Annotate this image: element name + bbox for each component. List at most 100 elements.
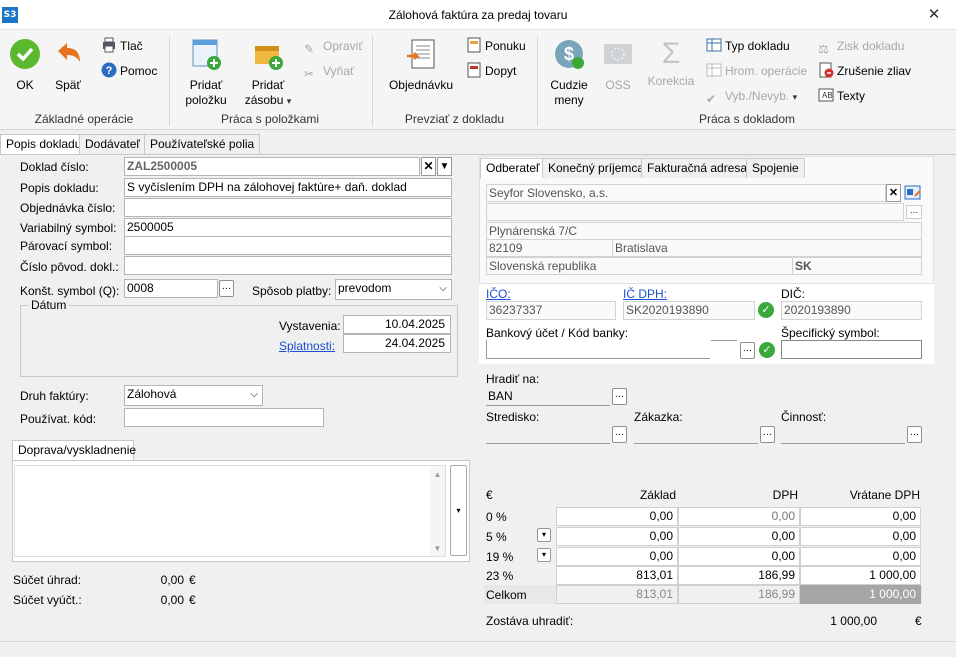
vat-rate-19: 19 % (486, 550, 514, 564)
tab-connection[interactable]: Spojenie (746, 158, 805, 178)
bulk-ops-button[interactable]: Hrom. operácie (706, 61, 807, 81)
clear-icon[interactable]: ✕ (886, 184, 901, 202)
partner-street-field[interactable]: Plynárenská 7/C (486, 222, 922, 240)
pay-to-field[interactable]: BAN (486, 387, 610, 406)
transport-scrollbar[interactable]: ▲ ▼ (430, 466, 445, 556)
scroll-down-icon[interactable]: ▼ (430, 544, 445, 553)
tab-transport[interactable]: Doprava/vyskladnenie (12, 440, 136, 461)
constant-symbol-browse-button[interactable]: … (219, 280, 234, 297)
tab-dodavatel[interactable]: Dodávateľ (79, 134, 146, 154)
profit-button[interactable]: ⚖ Zisk dokladu (818, 36, 904, 56)
bank-code-field[interactable] (711, 321, 737, 341)
print-label: Tlač (120, 39, 143, 53)
doctype-button[interactable]: Typ dokladu (706, 36, 790, 56)
vat-vat-5[interactable]: 0,00 (678, 527, 800, 546)
partner-browse-button[interactable]: … (906, 205, 922, 219)
vat-total-5[interactable]: 0,00 (800, 527, 921, 546)
constant-symbol-field[interactable]: 0008 (124, 279, 218, 298)
tab-final-recipient[interactable]: Konečný príjemca (542, 158, 651, 178)
clear-icon[interactable]: ✕ (421, 157, 436, 176)
add-stock-button[interactable]: Pridať zásobu ▾ (244, 38, 292, 109)
partner-city-field[interactable]: Bratislava (612, 239, 922, 257)
tab-customer[interactable]: Odberateľ (480, 158, 546, 179)
correction-button[interactable]: Σ Korekcia (644, 38, 698, 89)
oss-button[interactable]: OSS (598, 38, 638, 93)
ico-field[interactable]: 36237337 (486, 301, 616, 320)
pay-to-browse-button[interactable]: … (612, 388, 627, 405)
payment-method-select[interactable]: prevodom ⌵ (335, 279, 452, 300)
due-date-field[interactable]: 24.04.2025 (343, 334, 451, 353)
profit-icon: ⚖ (818, 42, 829, 56)
bank-account-field[interactable] (486, 340, 710, 359)
rate-5-menu-button[interactable]: ▾ (537, 528, 551, 542)
tab-billing-address[interactable]: Fakturačná adresa (641, 158, 754, 178)
transport-textarea[interactable] (14, 465, 446, 557)
doc-number-field[interactable]: ZAL2500005 (124, 157, 420, 176)
activity-field[interactable] (781, 425, 905, 444)
partner-zip-field[interactable]: 82109 (486, 239, 613, 257)
issue-date-field[interactable]: 10.04.2025 (343, 315, 451, 334)
vat-base-19[interactable]: 0,00 (556, 547, 678, 566)
vat-total-0[interactable]: 0,00 (800, 507, 921, 526)
partner-country-field[interactable]: Slovenská republika (486, 257, 793, 275)
bank-check-icon[interactable]: ✓ (759, 342, 775, 358)
tab-popis-dokladu[interactable]: Popis dokladu (0, 134, 88, 155)
delivery-button[interactable]: Dopyt (466, 61, 516, 81)
invoice-type-select[interactable]: Zálohová ⌵ (124, 385, 263, 406)
address-book-icon[interactable] (904, 184, 922, 202)
vat-total-19[interactable]: 0,00 (800, 547, 921, 566)
close-icon[interactable]: ✕ (924, 6, 944, 24)
offer-button[interactable]: Ponuku (466, 36, 526, 56)
dic-field[interactable]: 2020193890 (781, 301, 922, 320)
texts-button[interactable]: AB Texty (818, 86, 865, 106)
bank-browse-button[interactable]: … (740, 342, 755, 359)
cancel-discount-button[interactable]: Zrušenie zliav (818, 61, 911, 81)
specific-symbol-field[interactable] (781, 340, 922, 359)
icdph-link[interactable]: IČ DPH: (623, 287, 667, 301)
doc-number-label: Doklad číslo: (20, 160, 89, 174)
vat-vat-23[interactable]: 186,99 (678, 566, 800, 585)
pairing-symbol-field[interactable] (124, 236, 452, 255)
desc-label: Popis dokladu: (20, 181, 99, 195)
original-doc-field[interactable] (124, 256, 452, 275)
tab-user-fields[interactable]: Používateľské polia (144, 134, 261, 154)
transport-menu-button[interactable]: ▾ (450, 465, 467, 556)
job-field[interactable] (634, 425, 758, 444)
select-button[interactable]: ✔ Vyb./Nevyb. ▾ (706, 86, 797, 106)
variable-symbol-field[interactable]: 2500005 (124, 218, 452, 237)
vat-vat-19[interactable]: 0,00 (678, 547, 800, 566)
partner-name-field[interactable]: Seyfor Slovensko, a.s. (486, 184, 886, 202)
partner-country-code-field[interactable]: SK (792, 257, 922, 275)
currency-button[interactable]: $ Cudzie meny (546, 38, 592, 108)
print-button[interactable]: Tlač (101, 36, 143, 56)
desc-field[interactable]: S vyčíslením DPH na zálohovej faktúre+ d… (124, 178, 452, 197)
vat-header-vat: DPH (772, 488, 798, 502)
job-browse-button[interactable]: … (760, 426, 775, 443)
vat-total-23[interactable]: 1 000,00 (800, 566, 921, 585)
back-button[interactable]: Späť (50, 38, 86, 93)
vat-base-5[interactable]: 0,00 (556, 527, 678, 546)
vat-base-23[interactable]: 813,01 (556, 566, 678, 585)
partner-name2-field[interactable] (486, 203, 904, 221)
order-number-field[interactable] (124, 198, 452, 217)
due-date-link[interactable]: Splatnosti: (279, 339, 335, 353)
fix-button[interactable]: ✎ Opraviť (304, 36, 363, 56)
center-browse-button[interactable]: … (612, 426, 627, 443)
verified-check-icon[interactable]: ✓ (758, 302, 774, 318)
order-button[interactable]: Objednávku (386, 38, 456, 93)
select-label: Vyb./Nevyb. (725, 89, 790, 103)
order-label: Objednávku (388, 78, 454, 92)
user-code-field[interactable] (124, 408, 324, 427)
scroll-up-icon[interactable]: ▲ (430, 470, 445, 479)
cut-button[interactable]: ✂ Vyňať (304, 61, 354, 81)
icdph-field[interactable]: SK2020193890 (623, 301, 755, 320)
activity-browse-button[interactable]: … (907, 426, 922, 443)
vat-base-0[interactable]: 0,00 (556, 507, 678, 526)
ok-button[interactable]: OK (6, 38, 44, 93)
center-field[interactable] (486, 425, 610, 444)
help-button[interactable]: ? Pomoc (101, 61, 157, 81)
chevron-down-icon[interactable]: ▼ (437, 157, 452, 176)
rate-19-menu-button[interactable]: ▾ (537, 548, 551, 562)
ico-link[interactable]: IČO: (486, 287, 511, 301)
add-item-button[interactable]: Pridať položku (182, 38, 230, 108)
